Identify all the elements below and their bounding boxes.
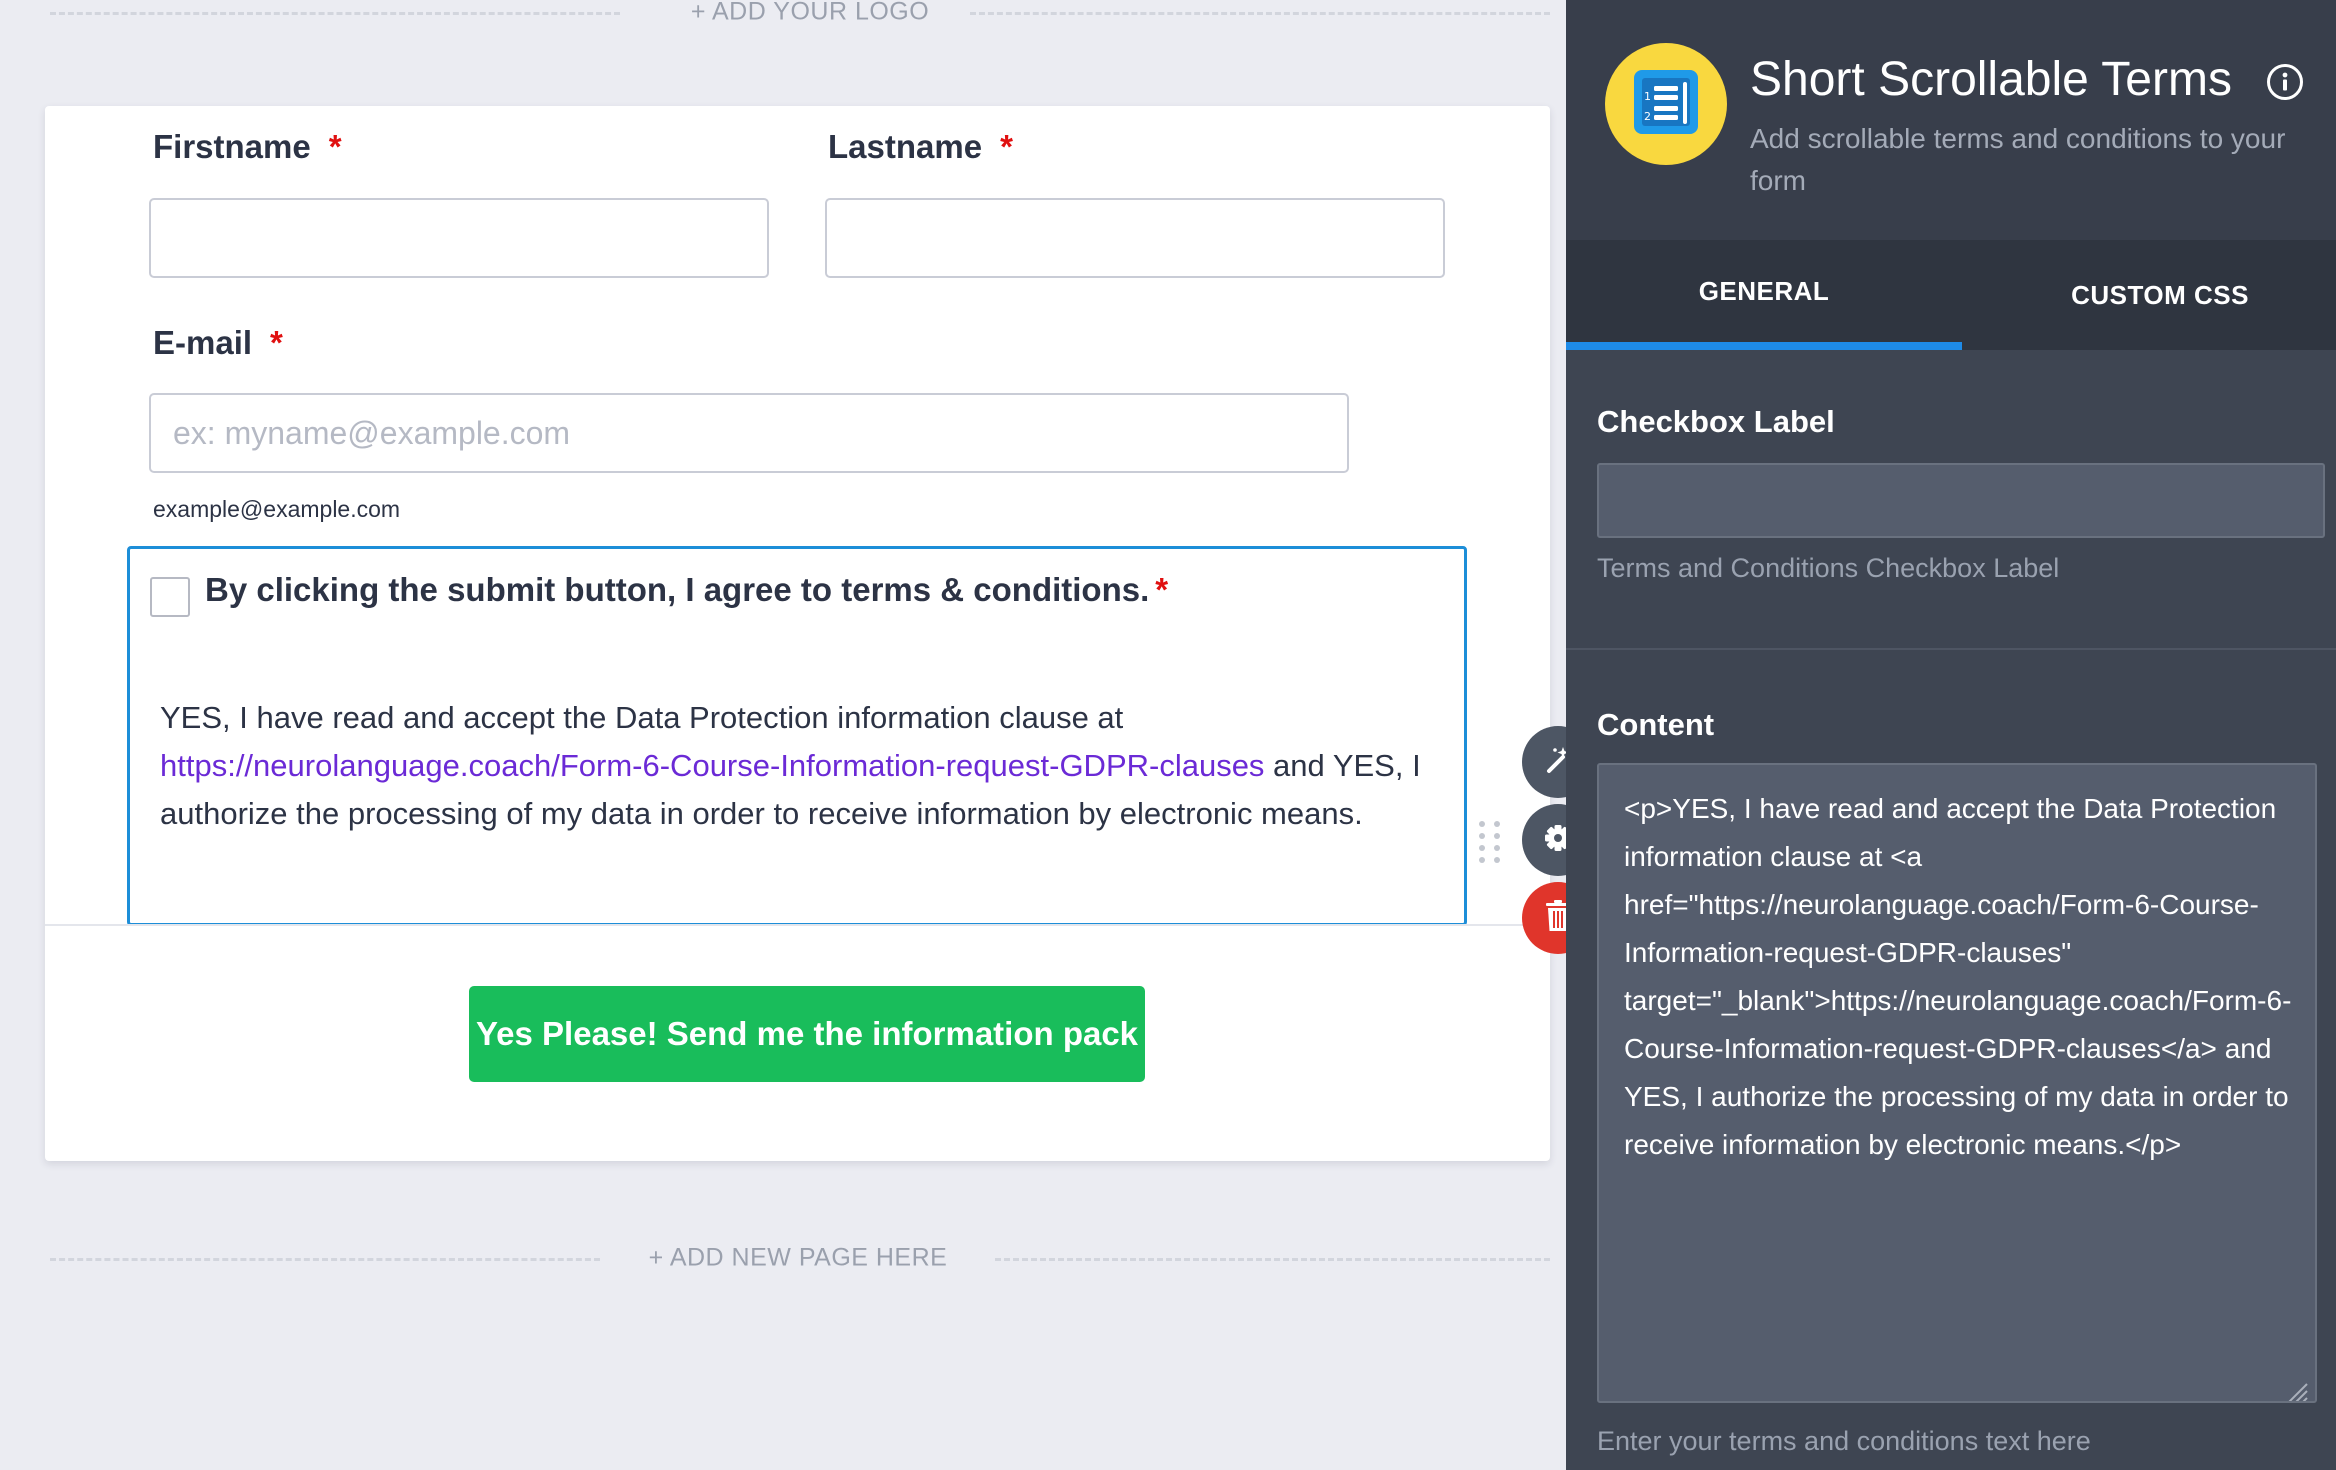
checkbox-label-input[interactable] [1597,463,2325,538]
resize-grip-icon[interactable] [2285,1371,2309,1401]
terms-checkbox[interactable] [150,577,190,617]
add-page-link[interactable]: + ADD NEW PAGE HERE [649,1244,948,1273]
content-hint: Enter your terms and conditions text her… [1597,1426,2091,1456]
tab-custom-css[interactable]: CUSTOM CSS [1962,240,2336,350]
add-page-row[interactable]: + ADD NEW PAGE HERE [50,1238,1550,1278]
email-label: E-mail * [153,324,283,362]
firstname-input[interactable] [149,198,769,278]
properties-panel: 1 2 Short Scrollable Terms Add scrollabl… [1566,0,2336,1470]
terms-text-before-link: YES, I have read and accept the Data Pro… [160,700,1124,735]
drag-handle-icon[interactable] [1475,818,1505,866]
firstname-label: Firstname * [153,128,342,166]
widget-logo: 1 2 [1605,43,1727,165]
content-value: <p>YES, I have read and accept the Data … [1624,793,2292,1160]
required-mark: * [328,128,342,165]
add-logo-row[interactable]: + ADD YOUR LOGO [50,0,1550,32]
submit-button[interactable]: Yes Please! Send me the information pack [469,986,1145,1082]
svg-text:2: 2 [1644,110,1651,123]
required-mark: * [1000,128,1013,165]
panel-title: Short Scrollable Terms [1750,53,2232,106]
email-label-text: E-mail [153,324,253,361]
panel-header: 1 2 Short Scrollable Terms Add scrollabl… [1566,0,2336,240]
add-logo-link[interactable]: + ADD YOUR LOGO [691,0,929,27]
terms-content: YES, I have read and accept the Data Pro… [160,694,1450,838]
tab-general[interactable]: GENERAL [1566,240,1962,350]
lastname-input[interactable] [825,198,1445,278]
email-placeholder: ex: myname@example.com [173,414,571,451]
content-textarea[interactable]: <p>YES, I have read and accept the Data … [1597,763,2317,1403]
section-divider [1566,648,2336,650]
lastname-label-text: Lastname [828,128,983,165]
card-divider [45,924,1550,926]
dash-divider [995,1258,1550,1261]
terms-field[interactable]: By clicking the submit button, I agree t… [127,546,1467,926]
dash-divider [50,12,620,15]
checkbox-label-hint: Terms and Conditions Checkbox Label [1597,553,2060,583]
dash-divider [50,1258,600,1261]
panel-subtitle: Add scrollable terms and conditions to y… [1750,123,2286,196]
terms-checkbox-label-text: By clicking the submit button, I agree t… [205,571,1150,608]
dash-divider [970,12,1550,15]
form-canvas: + ADD YOUR LOGO Firstname * Lastname * E-m… [0,0,1594,1470]
content-title: Content [1597,707,1715,742]
required-mark: * [270,324,283,361]
gdpr-clauses-link[interactable]: https://neurolanguage.coach/Form-6-Cours… [160,748,1264,783]
firstname-label-text: Firstname [153,128,311,165]
terms-checkbox-label[interactable]: By clicking the submit button, I agree t… [205,571,1168,609]
panel-tabs: GENERAL CUSTOM CSS [1566,240,2336,350]
numbered-list-icon: 1 2 [1628,64,1704,145]
email-sublabel: example@example.com [153,496,401,522]
lastname-label: Lastname * [828,128,1013,166]
email-input[interactable]: ex: myname@example.com [149,393,1349,473]
checkbox-label-title: Checkbox Label [1597,404,1835,439]
svg-text:1: 1 [1644,90,1651,103]
info-icon[interactable] [2267,64,2303,100]
required-mark: * [1155,571,1169,608]
form-card: Firstname * Lastname * E-mail * ex: myname@… [45,106,1594,1161]
